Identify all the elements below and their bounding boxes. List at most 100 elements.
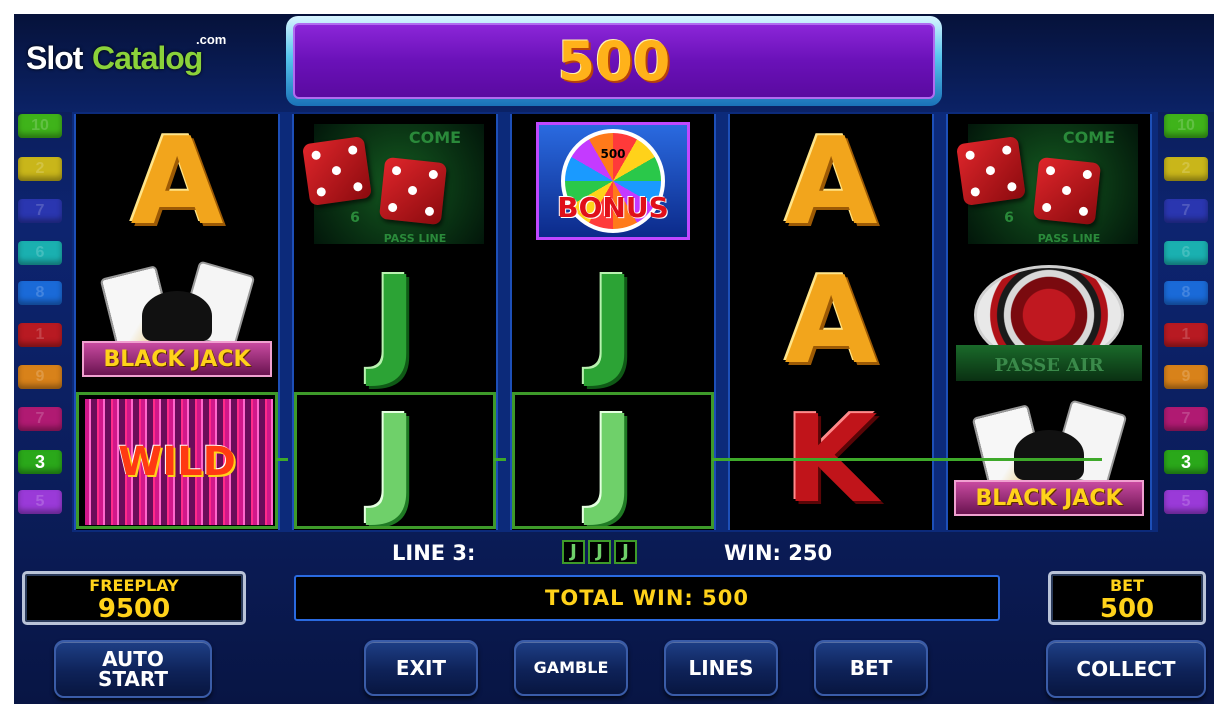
spade-icon (1014, 430, 1084, 480)
bet-panel: BET 500 (1048, 571, 1206, 625)
symbol-jack: J (372, 253, 418, 390)
freeplay-panel: FREEPLAY 9500 (22, 571, 246, 625)
line-indicator: 7 (18, 407, 62, 431)
slotcatalog-logo: Slot Catalog .com (26, 24, 246, 84)
bonus-wheel: 500 BONUS (536, 122, 690, 240)
payline-3 (712, 458, 1102, 461)
auto-start-line2: START (97, 667, 169, 691)
mini-symbol-jack-3: J (614, 540, 637, 564)
exit-button-label: EXIT (395, 656, 447, 680)
reel-5: COME 6 PASS LINE PASSE AIR BLACK JACK (946, 114, 1152, 530)
gamble-button-label: GAMBLE (533, 658, 609, 677)
reel-cell: PASSE AIR (948, 253, 1150, 390)
dice-icon (955, 135, 1027, 207)
reel-cell: A (730, 253, 932, 390)
line-indicator: 9 (1164, 365, 1208, 389)
reel-cell: COME 6 PASS LINE (294, 114, 496, 251)
total-win-bar: TOTAL WIN: 500 (294, 575, 1000, 621)
line-indicator: 6 (1164, 241, 1208, 265)
lines-button-label: LINES (688, 656, 754, 680)
bet-label: BET (1109, 576, 1145, 595)
dice-pip (1082, 169, 1093, 180)
dice-pip (985, 165, 996, 176)
dice-pip (387, 202, 398, 213)
dice-pip (1006, 181, 1017, 192)
reel-cell: WILD (76, 392, 278, 529)
roulette-table-text: PASSE AIR (994, 355, 1104, 376)
lines-button[interactable]: LINES (664, 640, 778, 696)
collect-button[interactable]: COLLECT (1046, 640, 1206, 698)
freeplay-label: FREEPLAY (89, 576, 179, 595)
reels-area: A BLACK JACK WILD COME 6 PASS LINE J J 500 BONUS J… (72, 112, 1158, 532)
bonus-wheel-value: 500 (600, 147, 626, 161)
bet-button[interactable]: BET (814, 640, 928, 696)
line-indicator: 10 (18, 114, 62, 138)
craps-pass-line-label: PASS LINE (383, 232, 447, 245)
auto-start-button[interactable]: AUTO START (54, 640, 212, 698)
line-indicator: 6 (18, 241, 62, 265)
logo-suffix: .com (196, 32, 227, 47)
line-indicator: 7 (1164, 199, 1208, 223)
line-indicator: 1 (1164, 323, 1208, 347)
dice-pip (1001, 145, 1012, 156)
top-win-display: 500 (286, 16, 942, 106)
line-indicator: 7 (1164, 407, 1208, 431)
dice-pip (1078, 206, 1089, 217)
dice-pip (316, 186, 327, 197)
dice-pip (1061, 185, 1072, 196)
game-frame: Slot Catalog .com 500 10 2 7 6 8 1 9 7 3 5 10 2 7 6 8… (14, 14, 1214, 704)
reel-2: COME 6 PASS LINE J J (292, 114, 498, 530)
symbol-wild: WILD (118, 439, 236, 485)
reel-4: AAK (728, 114, 934, 530)
logo-word-catalog: Catalog (92, 40, 203, 76)
dice-icon (301, 135, 373, 207)
dice-pip (428, 169, 439, 180)
reel-1: A BLACK JACK WILD (74, 114, 280, 530)
reel-cell: A (76, 114, 278, 251)
exit-button[interactable]: EXIT (364, 640, 478, 696)
line-indicator: 9 (18, 365, 62, 389)
top-win-value: 500 (557, 29, 671, 93)
reel-3: 500 BONUS J J (510, 114, 716, 530)
line-indicator: 2 (18, 157, 62, 181)
reel-cell: BLACK JACK (76, 253, 278, 390)
line-indicator: 7 (18, 199, 62, 223)
reel-cell: J (512, 253, 714, 390)
line-indicator: 5 (1164, 490, 1208, 514)
line-indicator: 2 (1164, 157, 1208, 181)
dice-pip (424, 206, 435, 217)
dice-pip (311, 150, 322, 161)
symbol-jack: J (372, 392, 418, 529)
collect-button-label: COLLECT (1076, 657, 1176, 681)
mini-symbol-jack-1: J (562, 540, 585, 564)
line-win-amount: WIN: 250 (724, 541, 833, 565)
freeplay-value: 9500 (97, 594, 171, 624)
line-indicator: 10 (1164, 114, 1208, 138)
reel-cell: J (294, 253, 496, 390)
bet-button-label: BET (849, 656, 893, 680)
line-win-label: LINE 3: (392, 541, 476, 565)
symbol-ace: A (130, 114, 224, 251)
logo-word-slot: Slot (26, 40, 83, 76)
dice-pip (352, 181, 363, 192)
payline-3 (276, 458, 288, 461)
line-indicator: 8 (18, 281, 62, 305)
symbol-bonus: BONUS (557, 191, 669, 224)
symbol-blackjack: BLACK JACK (82, 341, 272, 377)
dice-pip (331, 165, 342, 176)
line-indicator: 1 (18, 323, 62, 347)
symbol-blackjack: BLACK JACK (954, 480, 1144, 516)
dice-icon (378, 156, 448, 226)
dice-pip (1045, 165, 1056, 176)
line-indicator: 5 (18, 490, 62, 514)
symbol-ace: A (784, 253, 878, 390)
gamble-button[interactable]: GAMBLE (514, 640, 628, 696)
dice-pip (965, 150, 976, 161)
reel-cell: J (294, 392, 496, 529)
line-indicator: 3 (18, 450, 62, 474)
symbol-ace: A (784, 114, 878, 251)
dice-pip (407, 185, 418, 196)
line-indicator: 3 (1164, 450, 1208, 474)
auto-start-line1: AUTO (102, 647, 164, 671)
mini-symbol-jack-2: J (588, 540, 611, 564)
